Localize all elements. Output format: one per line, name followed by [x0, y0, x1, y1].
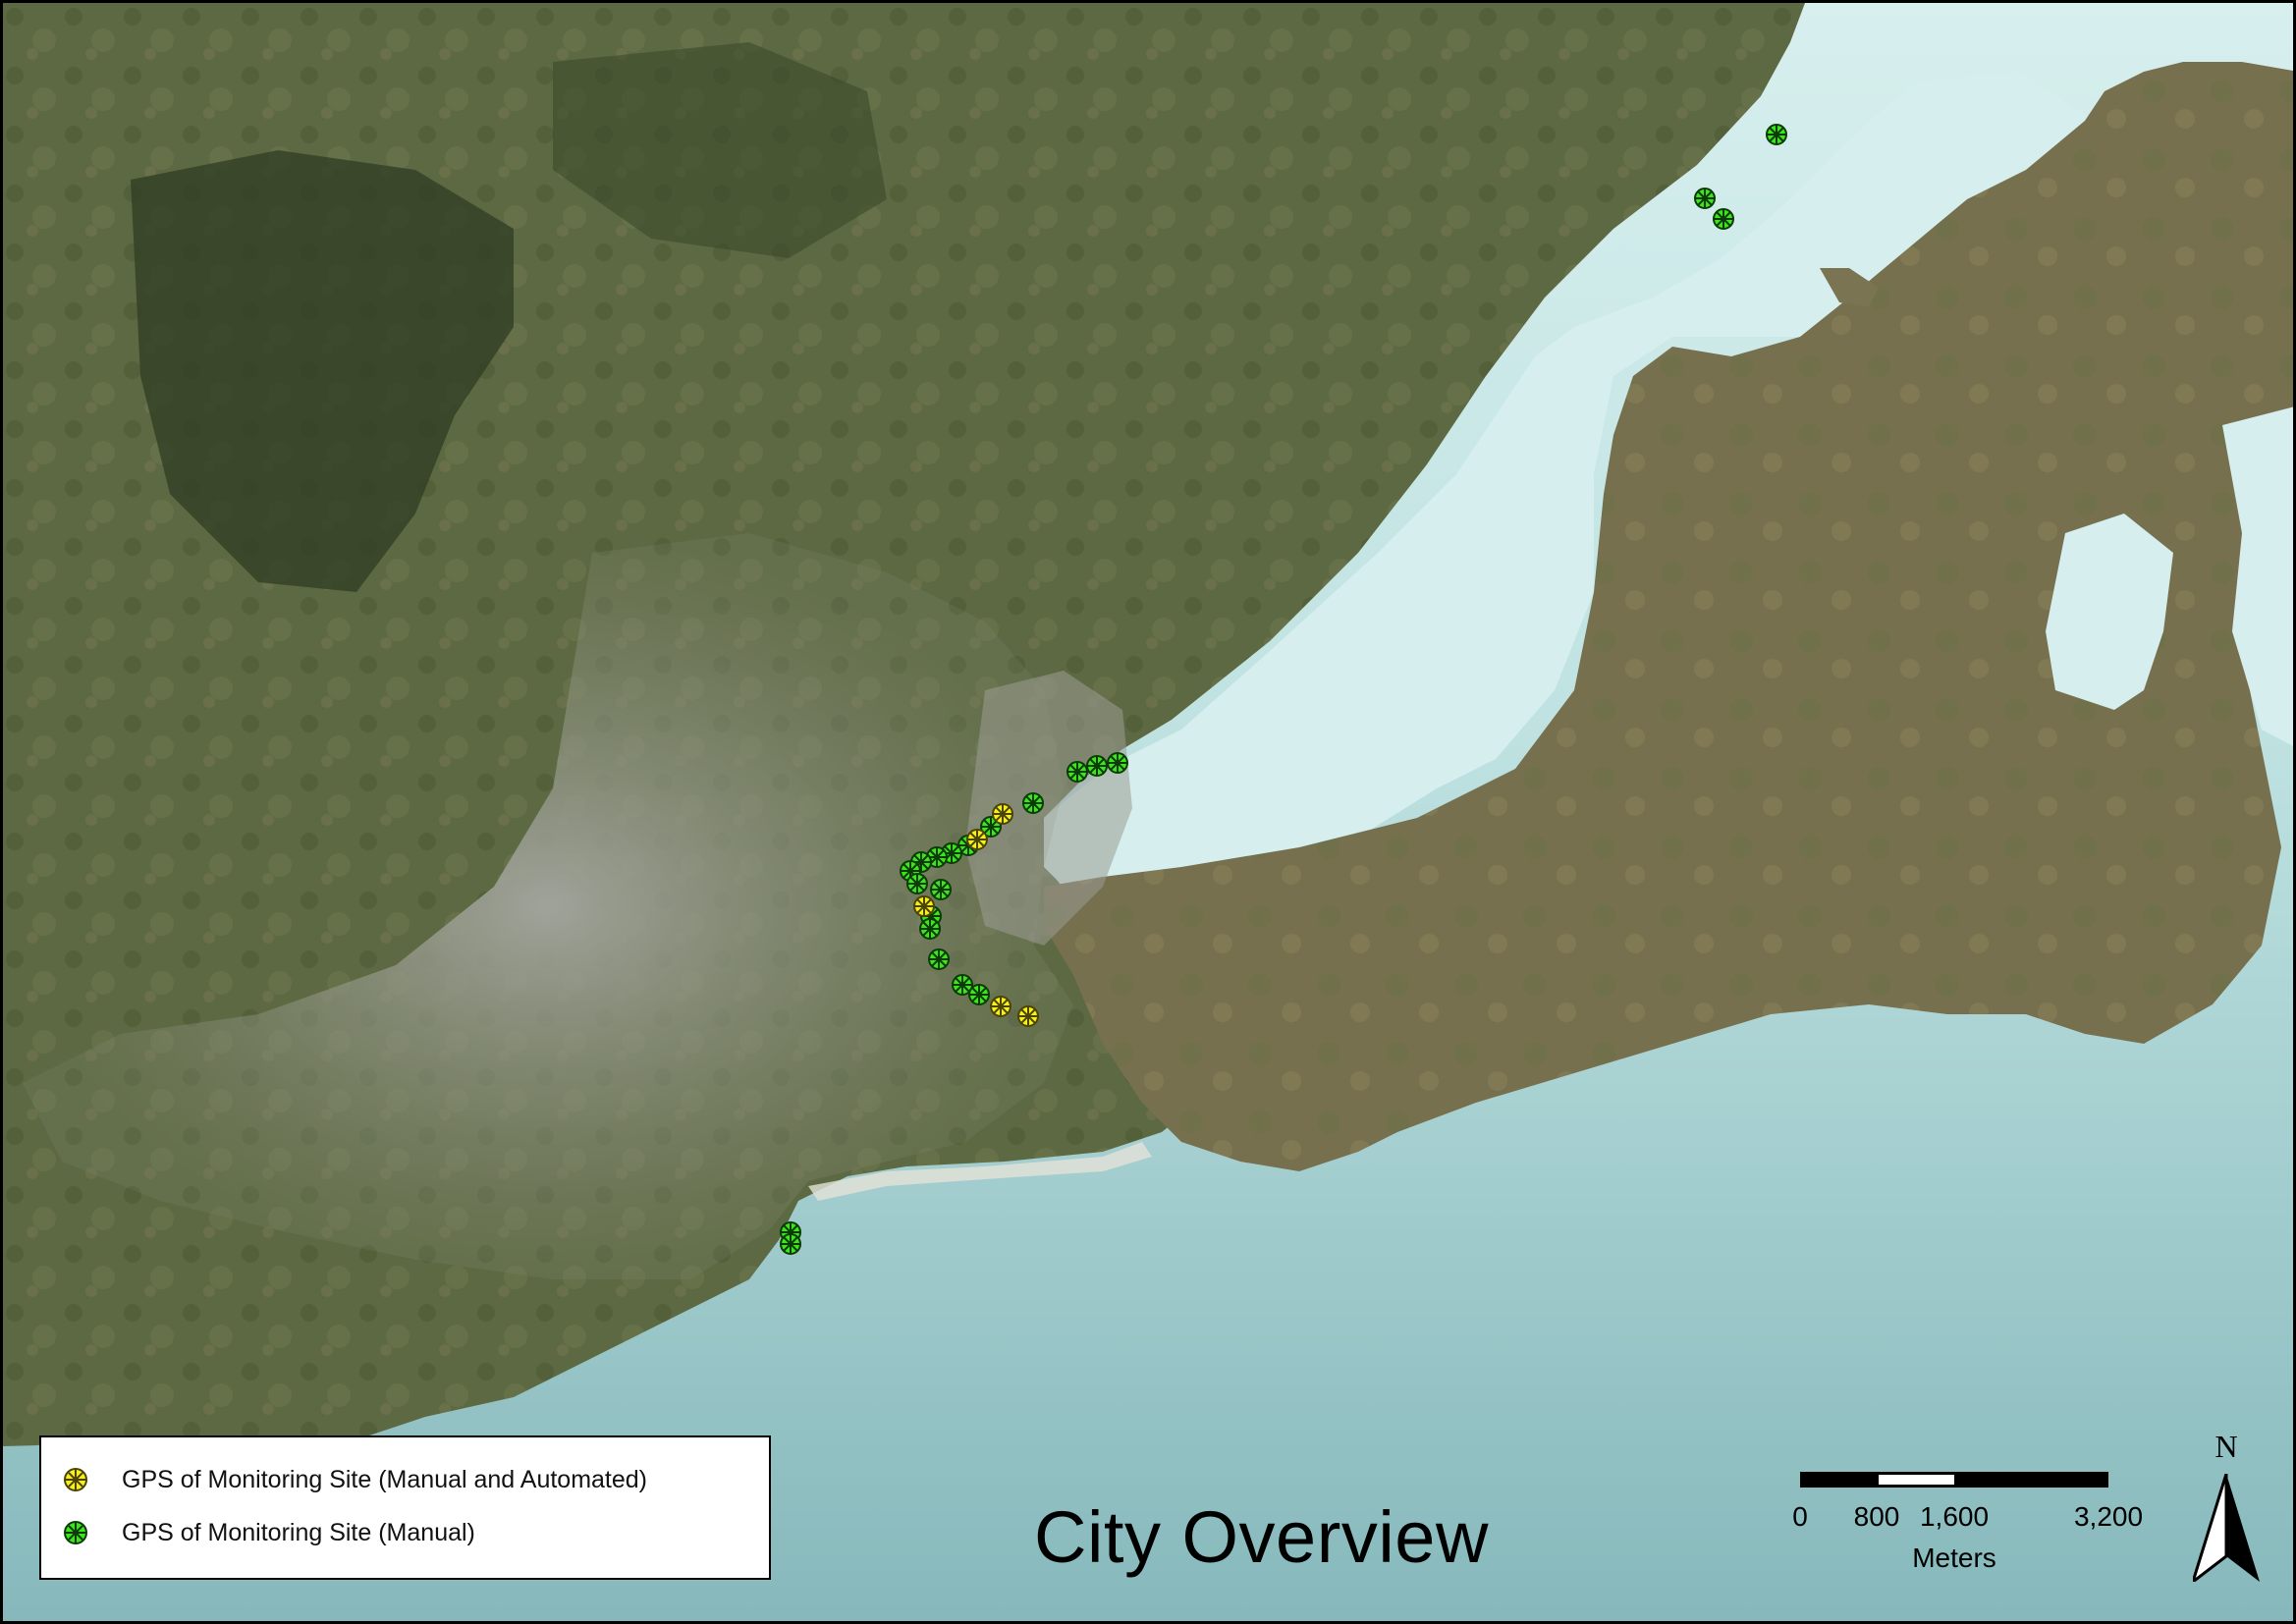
site-manual[interactable]	[1066, 761, 1088, 783]
scale-label-0: 0	[1792, 1501, 1808, 1532]
north-letter: N	[2214, 1429, 2238, 1464]
site-manual[interactable]	[928, 948, 950, 970]
yellow-asterisk-marker-icon	[64, 1468, 87, 1491]
north-arrow: N	[2187, 1429, 2266, 1586]
scale-label-3200: 3,200	[2073, 1501, 2144, 1532]
scale-label-800: 800	[1853, 1501, 1900, 1532]
site-manual[interactable]	[968, 984, 990, 1005]
site-manual[interactable]	[930, 879, 952, 900]
scale-bar-graphic	[1800, 1472, 2108, 1488]
north-arrow-icon	[2193, 1474, 2260, 1582]
aerial-map[interactable]	[3, 3, 2296, 1624]
site-manual-and-automated[interactable]	[1017, 1005, 1039, 1027]
site-manual-and-automated[interactable]	[913, 895, 935, 917]
site-manual[interactable]	[1022, 792, 1044, 814]
map-legend: GPS of Monitoring Site (Manual and Autom…	[39, 1435, 771, 1580]
site-manual[interactable]	[906, 873, 928, 894]
site-manual[interactable]	[1107, 752, 1128, 774]
site-manual-and-automated[interactable]	[990, 996, 1011, 1017]
scale-unit: Meters	[1912, 1543, 1996, 1573]
site-manual[interactable]	[780, 1233, 801, 1255]
site-manual[interactable]	[1086, 755, 1108, 777]
site-manual[interactable]	[919, 918, 941, 940]
site-manual[interactable]	[1766, 124, 1787, 145]
site-manual-and-automated[interactable]	[966, 829, 988, 850]
legend-label: GPS of Monitoring Site (Manual)	[122, 1518, 475, 1546]
site-manual[interactable]	[1694, 188, 1716, 209]
legend-item-manual: GPS of Monitoring Site (Manual)	[61, 1518, 475, 1547]
map-title: City Overview	[1034, 1496, 1489, 1578]
scale-label-1600: 1,600	[1919, 1501, 1990, 1532]
scale-bar: 0 800 1,600 3,200 Meters	[1790, 1472, 2163, 1580]
legend-item-manual-and-automated: GPS of Monitoring Site (Manual and Autom…	[61, 1465, 647, 1494]
site-manual-and-automated[interactable]	[992, 803, 1013, 825]
green-asterisk-marker-icon	[64, 1521, 87, 1544]
site-manual[interactable]	[1713, 208, 1734, 230]
legend-label: GPS of Monitoring Site (Manual and Autom…	[122, 1465, 648, 1493]
map-frame: GPS of Monitoring Site (Manual and Autom…	[0, 0, 2296, 1624]
